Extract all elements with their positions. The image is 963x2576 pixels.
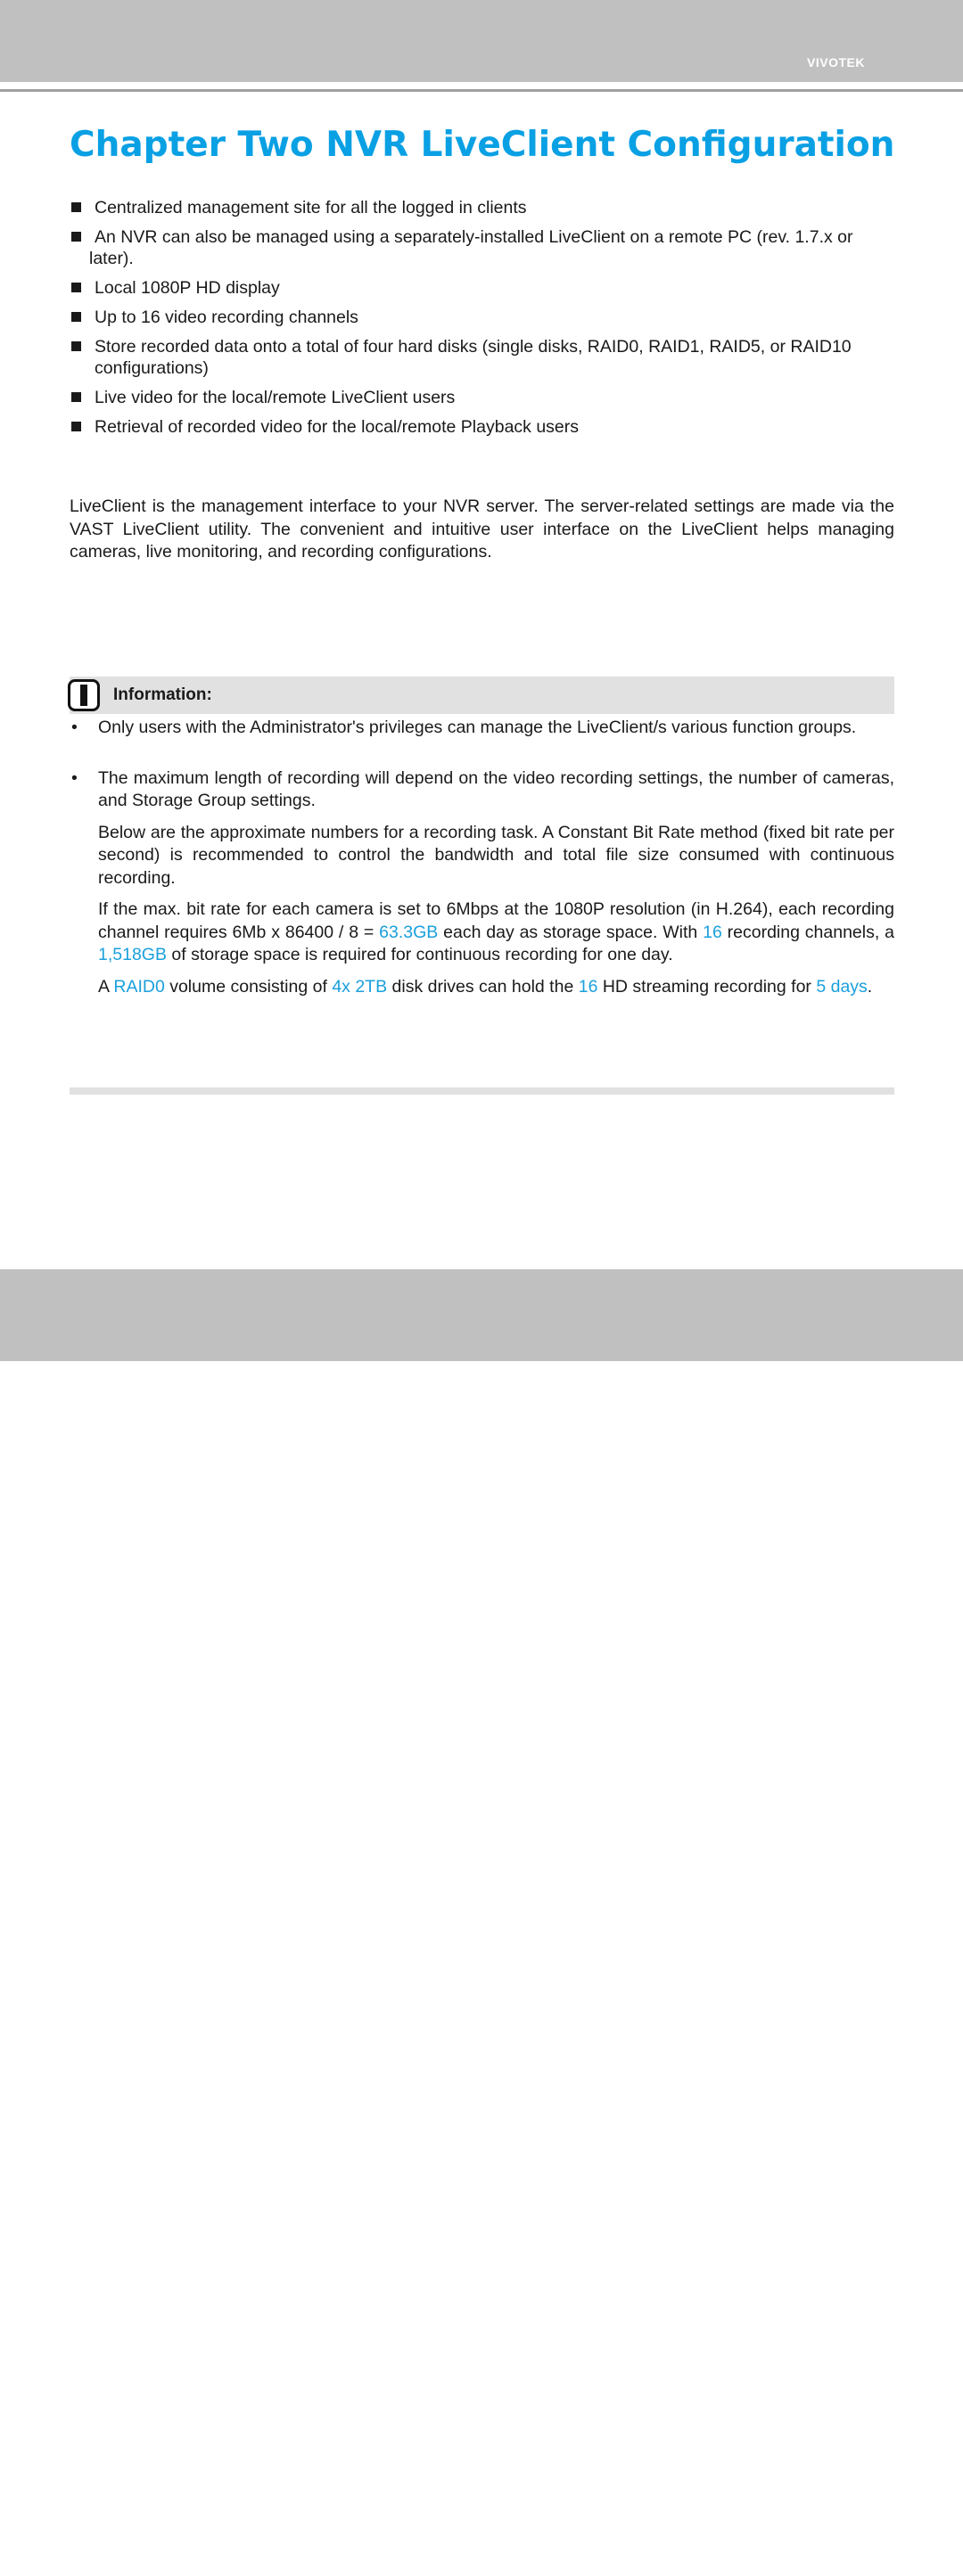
feature-list: Centralized management site for all the …: [70, 197, 899, 446]
highlight-value: 4x 2TB: [332, 976, 388, 997]
header-band: VIVOTEK: [0, 0, 963, 82]
feature-item: Store recorded data onto a total of four…: [70, 336, 899, 379]
footer-band: User's Manual - 23: [0, 1269, 963, 2576]
feature-item: Centralized management site for all the …: [70, 197, 899, 218]
highlight-value: 63.3GB: [379, 922, 439, 942]
highlight-value: RAID0: [113, 976, 165, 997]
square-bullet-icon: [71, 283, 81, 292]
raid-paragraph: A RAID0 volume consisting of 4x 2TB disk…: [98, 976, 873, 997]
info-bullet: • Only users with the Administrator's pri…: [70, 717, 894, 740]
highlight-value: 16: [703, 922, 722, 942]
brand-label: VIVOTEK: [807, 55, 865, 70]
cbr-paragraph: Below are the approximate numbers for a …: [98, 822, 894, 888]
info-bullet: • The maximum length of recording will de…: [71, 767, 894, 811]
square-bullet-icon: [71, 232, 81, 242]
feature-item: An NVR can also be managed using a separ…: [70, 226, 899, 269]
information-label: Information:: [113, 685, 212, 704]
info-icon: [68, 679, 100, 711]
information-body: • Only users with the Administrator's pri…: [70, 717, 894, 998]
bullet-dot-icon: •: [71, 718, 78, 737]
square-bullet-icon: [71, 202, 81, 212]
feature-item: Local 1080P HD display: [70, 277, 899, 299]
bitrate-paragraph: If the max. bit rate for each camera is …: [98, 899, 894, 964]
page-number-label: User's Manual - 23: [783, 2561, 895, 2576]
square-bullet-icon: [71, 312, 81, 322]
page-title: Chapter Two NVR LiveClient Configuration: [70, 125, 895, 165]
square-bullet-icon: [71, 392, 81, 402]
highlight-value: 16: [578, 976, 598, 997]
bullet-dot-icon: •: [71, 767, 78, 788]
square-bullet-icon: [71, 341, 81, 351]
feature-item: Live video for the local/remote LiveClie…: [70, 387, 899, 408]
feature-item: Up to 16 video recording channels: [70, 307, 899, 328]
feature-item: Retrieval of recorded video for the loca…: [70, 416, 899, 438]
square-bullet-icon: [71, 422, 81, 431]
header-divider: [0, 89, 963, 92]
intro-paragraph: LiveClient is the management interface t…: [70, 496, 894, 562]
highlight-value: 5 days: [816, 976, 868, 997]
highlight-value: 1,518GB: [98, 945, 167, 964]
information-end-bar: [70, 1087, 894, 1095]
